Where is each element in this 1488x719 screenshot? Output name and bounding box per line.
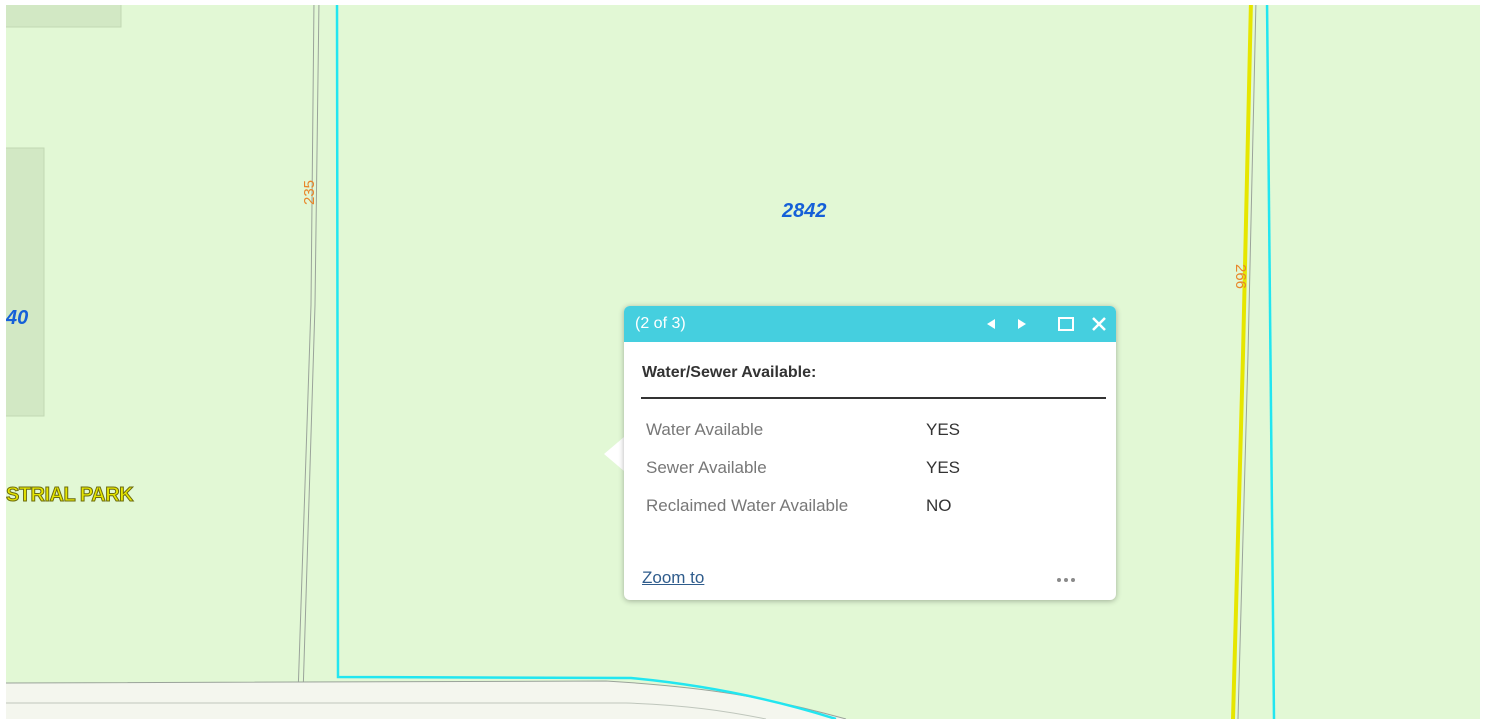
- close-icon[interactable]: [1089, 314, 1109, 334]
- maximize-icon[interactable]: [1056, 314, 1076, 334]
- parcel-label: 2842: [782, 200, 827, 222]
- zoom-to-link[interactable]: Zoom to: [642, 568, 704, 588]
- road-label: 266: [1232, 263, 1250, 290]
- attribute-value: YES: [926, 458, 961, 477]
- road-band: [6, 681, 846, 719]
- building-footprint: [6, 5, 122, 28]
- attribute-name: Reclaimed Water Available: [646, 496, 849, 515]
- attribute-row: Water Available YES: [641, 411, 964, 449]
- popup-pointer: [604, 437, 624, 471]
- road-label: 235: [301, 179, 319, 206]
- parcel-label: 40: [6, 307, 29, 329]
- attribute-row: Sewer Available YES: [641, 449, 964, 487]
- title-divider: [641, 397, 1106, 399]
- attribute-table: Water Available YES Sewer Available YES …: [641, 411, 964, 525]
- popup-header: (2 of 3): [624, 306, 1116, 342]
- attribute-value: YES: [926, 420, 961, 439]
- next-icon[interactable]: [1012, 314, 1032, 334]
- attribute-name: Water Available: [646, 420, 764, 439]
- feature-count: (2 of 3): [635, 315, 686, 332]
- info-popup: (2 of 3) Water/Sewer Available: Water Av…: [624, 306, 1116, 600]
- popup-title: Water/Sewer Available:: [642, 364, 817, 381]
- attribute-row: Reclaimed Water Available NO: [641, 487, 964, 525]
- building-footprint: [6, 147, 45, 417]
- attribute-name: Sewer Available: [646, 458, 767, 477]
- road-line: [302, 5, 320, 696]
- place-label: STRIAL PARK: [6, 484, 134, 507]
- parcel-boundary: [1265, 5, 1276, 719]
- previous-icon[interactable]: [981, 314, 1001, 334]
- ellipsis-icon[interactable]: [1048, 572, 1084, 588]
- attribute-value: NO: [926, 496, 952, 515]
